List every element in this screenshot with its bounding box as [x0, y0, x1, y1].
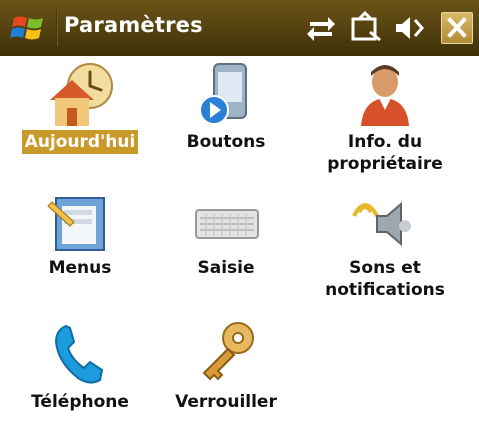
- settings-item-menus[interactable]: Menus: [0, 192, 160, 280]
- settings-item-today[interactable]: Aujourd'hui: [0, 60, 160, 154]
- settings-item-lock[interactable]: Verrouiller: [146, 318, 306, 414]
- lock-key-icon: [202, 322, 254, 381]
- sounds-speaker-icon: [352, 201, 411, 247]
- settings-item-label: Aujourd'hui: [21, 130, 139, 154]
- today-house-clock-icon: [50, 63, 113, 126]
- settings-item-label: Menus: [48, 258, 112, 278]
- volume-icon[interactable]: [392, 10, 428, 46]
- connectivity-icon[interactable]: [304, 10, 338, 46]
- settings-item-sounds[interactable]: Sons et notifications: [305, 192, 465, 302]
- owner-info-person-icon: [361, 65, 409, 126]
- page-title: Paramètres: [64, 13, 203, 37]
- settings-item-label: Saisie: [197, 258, 255, 278]
- settings-item-buttons[interactable]: Boutons: [146, 60, 306, 154]
- close-icon: [447, 17, 467, 38]
- settings-item-label: Sons et notifications: [325, 258, 445, 300]
- menus-icon: [47, 197, 105, 251]
- title-bar: Paramètres: [0, 0, 479, 56]
- settings-item-label: Boutons: [186, 132, 266, 152]
- settings-item-label: Verrouiller: [175, 392, 277, 412]
- start-button[interactable]: [6, 10, 52, 46]
- buttons-device-icon: [199, 63, 247, 125]
- windows-flag-icon: [10, 16, 43, 40]
- settings-screen: Paramètres Aujourd'hui Boutons Info. du …: [0, 0, 479, 426]
- keyboard-icon: [195, 209, 259, 239]
- settings-item-phone[interactable]: Téléphone: [0, 318, 160, 414]
- settings-item-label: Info. du propriétaire: [327, 132, 443, 174]
- phone-handset-icon: [54, 324, 104, 384]
- settings-item-input[interactable]: Saisie: [146, 192, 306, 280]
- close-button[interactable]: [441, 12, 473, 44]
- settings-item-owner-info[interactable]: Info. du propriétaire: [305, 60, 465, 176]
- status-area[interactable]: [304, 10, 444, 46]
- settings-item-label: Téléphone: [31, 392, 129, 412]
- sync-icon[interactable]: [348, 10, 384, 46]
- title-separator: [56, 10, 58, 46]
